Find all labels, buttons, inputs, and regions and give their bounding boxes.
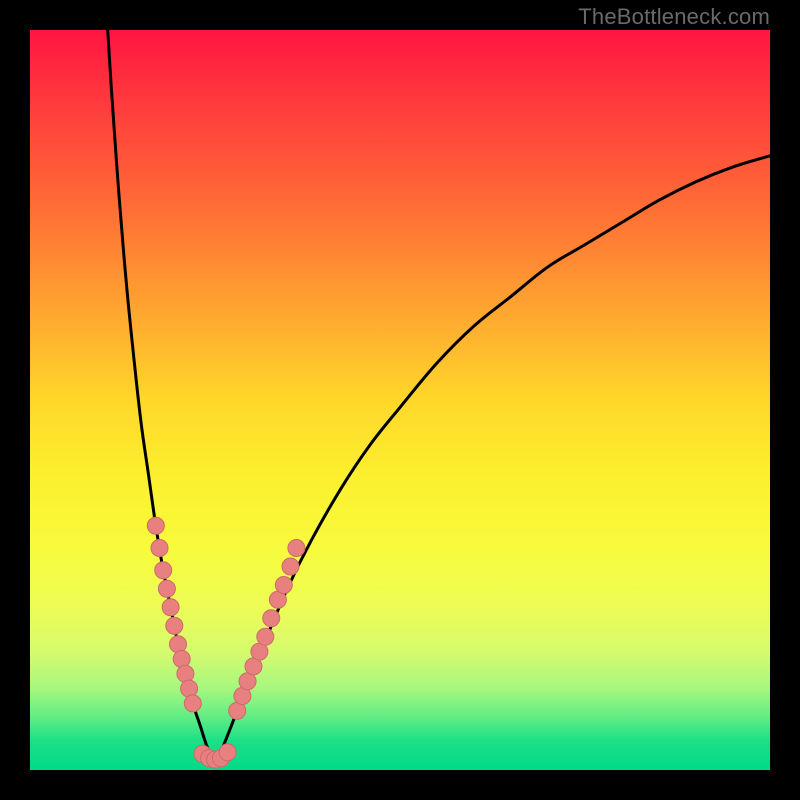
dots-group [147, 517, 305, 768]
right-dot [257, 628, 274, 645]
left-dot [147, 517, 164, 534]
right-dot [282, 558, 299, 575]
right-dot [263, 610, 280, 627]
right-dot [275, 577, 292, 594]
left-dot [158, 580, 175, 597]
left-dot [162, 599, 179, 616]
chart-stage: TheBottleneck.com [0, 0, 800, 800]
left-dot [151, 540, 168, 557]
watermark-text: TheBottleneck.com [578, 4, 770, 30]
plot-area [30, 30, 770, 770]
left-dot [155, 562, 172, 579]
left-dot [170, 636, 187, 653]
right-dot [288, 540, 305, 557]
left-dot [184, 695, 201, 712]
left-dot [177, 665, 194, 682]
left-dot [181, 680, 198, 697]
left-dot [166, 617, 183, 634]
left-dot [173, 651, 190, 668]
valley-dot [219, 744, 236, 761]
curve-left-branch [108, 30, 215, 759]
curve-right-branch [215, 156, 770, 759]
curve-group [108, 30, 770, 759]
chart-svg [30, 30, 770, 770]
